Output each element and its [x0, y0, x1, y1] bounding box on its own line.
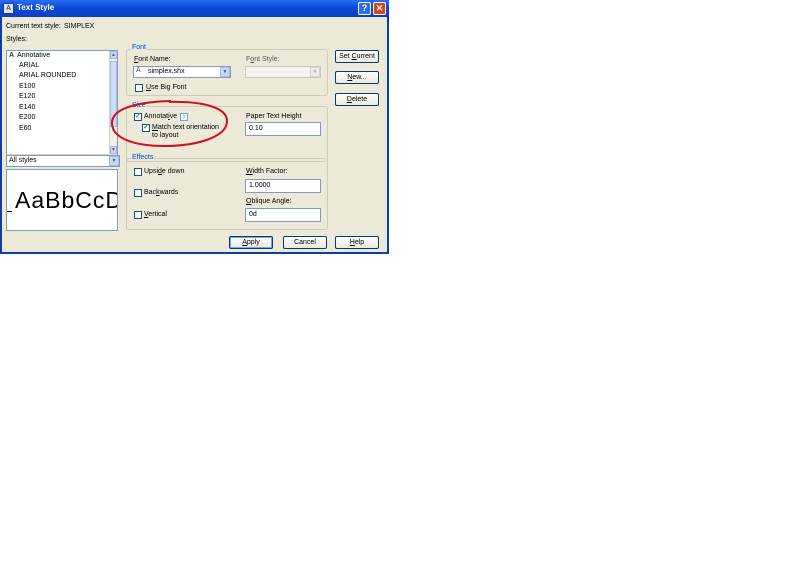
font-group-label: Font	[131, 44, 148, 51]
vertical-label: Vertical	[144, 211, 167, 218]
font-name-label: Font Name:	[134, 56, 171, 63]
delete-button[interactable]: Delete	[335, 93, 379, 106]
backwards-label: Backwards	[144, 189, 179, 196]
font-style-label: Font Style:	[246, 56, 280, 63]
dialog-title: Text Style	[17, 3, 55, 12]
chevron-down-icon[interactable]: ▼	[310, 67, 320, 77]
oblique-angle-label: Oblique Angle:	[246, 198, 292, 205]
vertical-checkbox[interactable]	[134, 211, 142, 219]
annotative-icon: A	[9, 52, 15, 59]
shx-font-icon: Ā	[136, 67, 141, 74]
style-preview: AaBbCcD	[6, 169, 118, 231]
set-current-button[interactable]: Set Current	[335, 50, 379, 63]
font-style-select[interactable]: ▼	[245, 66, 321, 78]
match-orientation-label-line2: to layout	[152, 132, 179, 139]
match-orientation-checkbox[interactable]: ✓	[142, 124, 150, 132]
styles-list[interactable]: A Annotative ARIAL ARIAL ROUNDED E100 E12…	[6, 50, 118, 163]
annotative-label: Annotative	[144, 113, 178, 120]
list-item[interactable]: ARIAL	[19, 62, 39, 69]
use-big-font-checkbox[interactable]	[135, 84, 143, 92]
styles-vertical-scrollbar[interactable]: ▲ ▼	[109, 51, 117, 162]
list-item[interactable]: A Annotative	[9, 52, 50, 59]
backwards-checkbox[interactable]	[134, 189, 142, 197]
scroll-down-arrow-icon[interactable]: ▼	[110, 146, 117, 154]
size-group-label: Size	[131, 102, 147, 109]
help-button[interactable]: Help	[335, 236, 379, 249]
font-name-value: simplex.shx	[148, 68, 185, 75]
effects-group-label: Effects	[131, 154, 155, 161]
list-item[interactable]: E140	[19, 104, 35, 111]
chevron-down-icon[interactable]: ▼	[220, 67, 230, 77]
info-icon[interactable]: i	[180, 113, 188, 121]
preview-baseline	[7, 211, 12, 212]
font-name-select[interactable]: simplex.shx Ā ▼	[133, 66, 231, 78]
apply-button[interactable]: Apply	[229, 236, 273, 249]
autocad-app-icon: A	[3, 3, 14, 14]
scroll-up-arrow-icon[interactable]: ▲	[110, 51, 117, 59]
title-help-button[interactable]: ?	[358, 2, 371, 15]
width-factor-input[interactable]: 1.0000	[245, 179, 321, 193]
cancel-button[interactable]: Cancel	[283, 236, 327, 249]
styles-filter-select[interactable]: All styles ▼	[6, 155, 120, 167]
list-item[interactable]: E60	[19, 125, 31, 132]
list-item[interactable]: E100	[19, 83, 35, 90]
chevron-down-icon[interactable]: ▼	[109, 156, 119, 166]
paper-text-height-input[interactable]: 0.10	[245, 122, 321, 136]
styles-filter-value: All styles	[9, 157, 37, 164]
dialog-client-area: Current text style: SIMPLEX Styles: A Ann…	[2, 17, 387, 252]
match-orientation-label: Match text orientation	[152, 124, 219, 131]
text-style-dialog: A Text Style ? ✕ Current text style: SIM…	[0, 0, 389, 254]
width-factor-label: Width Factor:	[246, 168, 288, 175]
list-item-label: Annotative	[17, 52, 51, 59]
current-style-value: SIMPLEX	[64, 23, 95, 30]
list-item[interactable]: E200	[19, 114, 35, 121]
annotative-checkbox[interactable]: ✓	[134, 113, 142, 121]
list-item[interactable]: ARIAL ROUNDED	[19, 72, 76, 79]
scroll-thumb[interactable]	[110, 61, 117, 127]
upside-down-label: Upside down	[144, 168, 185, 175]
preview-sample-text: AaBbCcD	[15, 187, 118, 213]
new-button[interactable]: New...	[335, 71, 379, 84]
title-close-button[interactable]: ✕	[373, 2, 386, 15]
title-bar[interactable]: A Text Style ? ✕	[0, 0, 389, 17]
oblique-angle-input[interactable]: 0d	[245, 208, 321, 222]
upside-down-checkbox[interactable]	[134, 168, 142, 176]
list-item[interactable]: E120	[19, 93, 35, 100]
styles-label: Styles:	[6, 36, 28, 43]
current-style-label: Current text style:	[6, 23, 61, 30]
use-big-font-label: Use Big Font	[146, 84, 187, 91]
paper-text-height-label: Paper Text Height	[246, 113, 302, 120]
